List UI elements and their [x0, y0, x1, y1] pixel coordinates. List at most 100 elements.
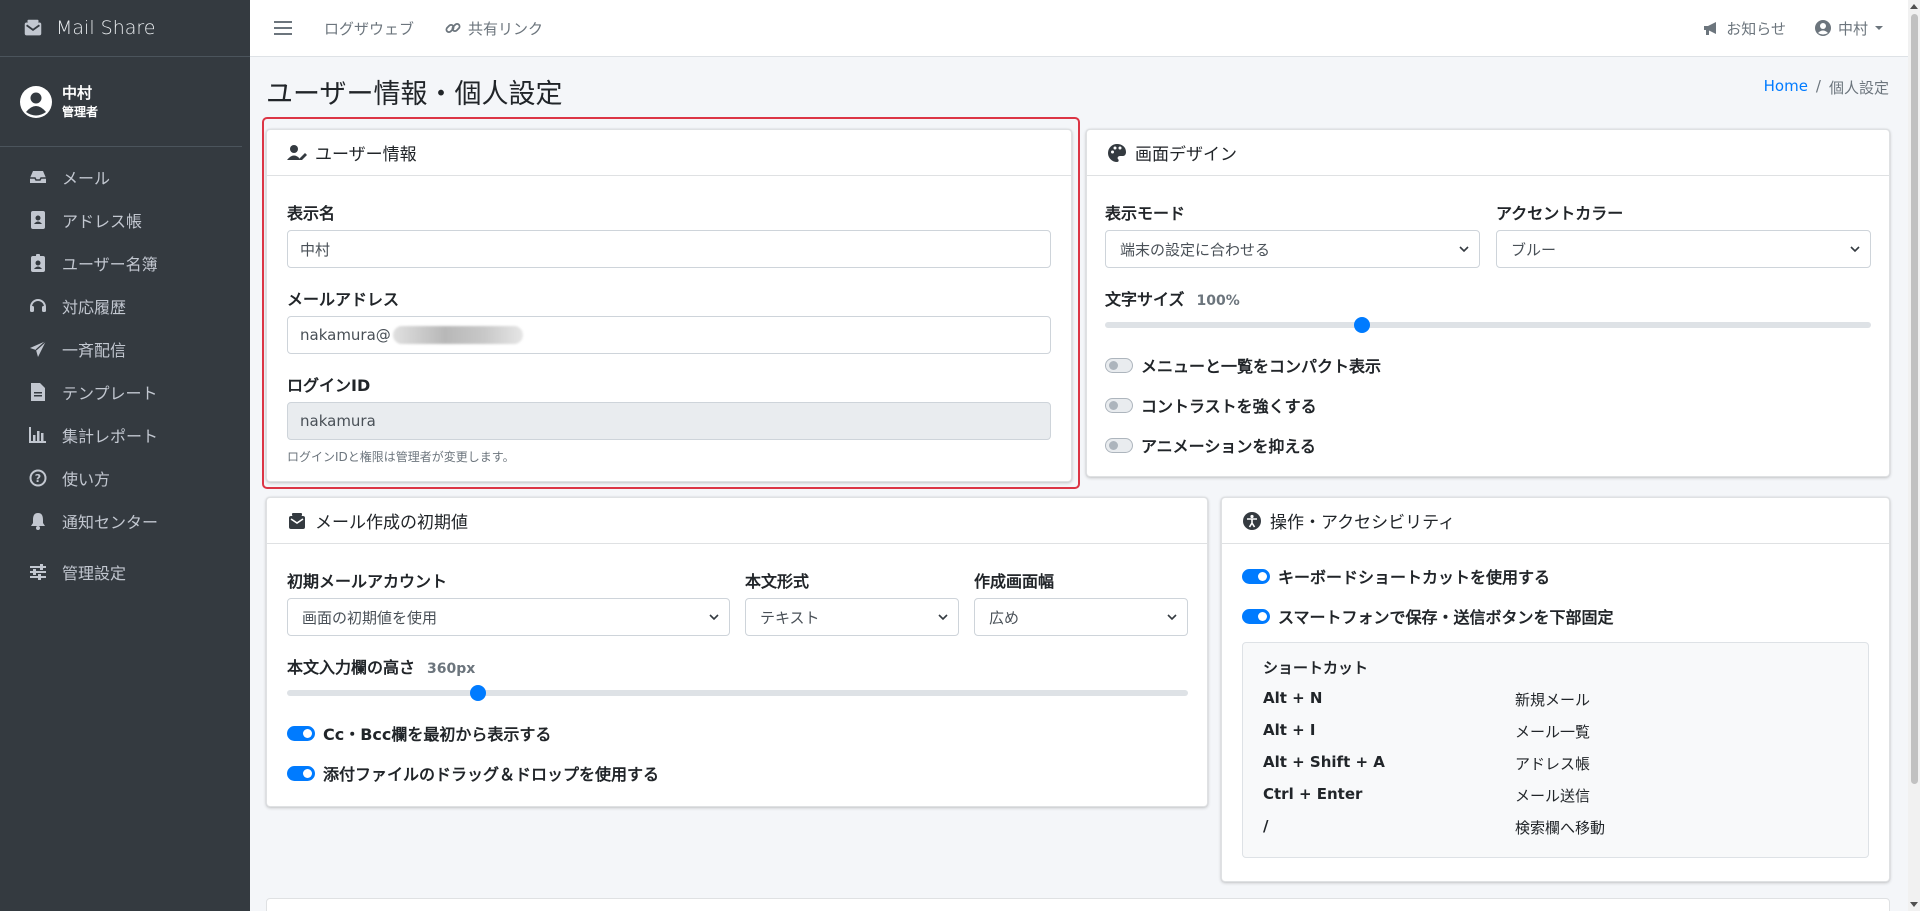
scroll-down-icon[interactable] — [1910, 902, 1918, 907]
body-height-value: 360px — [427, 661, 476, 677]
top-link-label: 共有リンク — [468, 19, 544, 38]
toggle-reduce-motion[interactable]: アニメーションを抑える — [1105, 433, 1316, 457]
sidebar-item-label: 管理設定 — [62, 563, 127, 583]
email-value: nakamura@ — [300, 326, 391, 344]
default-account-select[interactable]: 画面の初期値を使用 — [287, 598, 730, 636]
toggle-drag-drop[interactable]: 添付ファイルのドラッグ＆ドロップを使用する — [287, 761, 659, 785]
accent-color-value: ブルー — [1511, 240, 1557, 259]
sidebar-item-help[interactable]: ? 使い方 — [0, 456, 250, 499]
toggle-fixed-buttons[interactable]: スマートフォンで保存・送信ボタンを下部固定 — [1242, 604, 1614, 628]
scrollbar-thumb[interactable] — [1911, 14, 1918, 784]
sidebar-item-label: 通知センター — [62, 512, 159, 532]
body-height-slider[interactable] — [287, 685, 1188, 701]
page-scrollbar[interactable] — [1908, 0, 1920, 911]
shortcut-row: Alt + I メール一覧 — [1263, 721, 1843, 742]
email-field[interactable]: nakamura@ — [287, 316, 1051, 354]
card-header: メール作成の初期値 — [267, 498, 1207, 544]
bell-icon — [28, 511, 48, 531]
user-menu[interactable]: 中村 — [1814, 18, 1884, 39]
toggle-switch[interactable] — [1105, 357, 1133, 373]
shortcut-desc: メール一覧 — [1515, 723, 1591, 741]
headset-icon — [28, 296, 48, 316]
breadcrumb-current: 個人設定 — [1828, 79, 1889, 97]
user-panel[interactable]: 中村 管理者 — [0, 57, 242, 147]
breadcrumb-home[interactable]: Home — [1764, 77, 1808, 98]
body-format-value: テキスト — [760, 608, 820, 627]
toggle-switch[interactable] — [1242, 608, 1270, 624]
top-link-logthe-web[interactable]: ログザウェブ — [324, 18, 414, 39]
display-mode-select[interactable]: 端末の設定に合わせる — [1105, 230, 1480, 268]
toggle-switch[interactable] — [287, 725, 315, 741]
sidebar-item-broadcast[interactable]: 一斉配信 — [0, 327, 250, 370]
mail-bulk-icon — [24, 19, 42, 36]
toggle-switch[interactable] — [1105, 397, 1133, 413]
card-title: 操作・アクセシビリティ — [1270, 513, 1456, 533]
shortcut-desc: アドレス帳 — [1515, 755, 1591, 773]
default-account-label: 初期メールアカウント — [287, 572, 448, 591]
sidebar-item-label: 使い方 — [62, 469, 111, 489]
sidebar-item-admin-settings[interactable]: 管理設定 — [0, 550, 250, 593]
email-label: メールアドレス — [287, 290, 400, 309]
sidebar-item-mail[interactable]: メール — [0, 155, 250, 198]
login-id-value: nakamura — [300, 412, 376, 430]
toggle-label: メニューと一覧をコンパクト表示 — [1141, 357, 1382, 376]
user-circle-icon — [20, 85, 52, 118]
notice-link[interactable]: お知らせ — [1702, 18, 1786, 39]
sidebar-item-notifications[interactable]: 通知センター — [0, 499, 250, 542]
slider-thumb[interactable] — [1354, 317, 1371, 333]
sidebar-item-history[interactable]: 対応履歴 — [0, 284, 250, 327]
sidebar-item-address-book[interactable]: アドレス帳 — [0, 198, 250, 241]
toggle-switch[interactable] — [1242, 568, 1270, 584]
breadcrumb: Home / 個人設定 — [1764, 77, 1889, 98]
shortcut-row: / 検索欄へ移動 — [1263, 817, 1843, 838]
font-size-value: 100% — [1196, 293, 1240, 309]
compose-defaults-card: メール作成の初期値 初期メールアカウント 画面の初期値を使用 本文形式 テキスト… — [266, 497, 1208, 807]
user-circle-icon — [1814, 20, 1831, 36]
toggle-keyboard-shortcuts[interactable]: キーボードショートカットを使用する — [1242, 564, 1550, 588]
toggle-label: キーボードショートカットを使用する — [1278, 568, 1551, 587]
top-link-label: ログザウェブ — [324, 19, 415, 38]
shortcut-row: Ctrl + Enter メール送信 — [1263, 785, 1843, 806]
shortcut-row: Alt + N 新規メール — [1263, 689, 1843, 710]
slider-thumb[interactable] — [470, 685, 486, 701]
accent-color-select[interactable]: ブルー — [1496, 230, 1871, 268]
login-id-field: nakamura — [287, 402, 1051, 440]
compose-width-select[interactable]: 広め — [974, 598, 1188, 636]
sidebar-item-label: メール — [62, 168, 111, 188]
default-account-value: 画面の初期値を使用 — [302, 608, 438, 627]
body-format-label: 本文形式 — [745, 572, 810, 591]
card-title: ユーザー情報 — [315, 145, 417, 165]
next-card-partial — [266, 898, 1890, 911]
brand[interactable]: Mail Share — [0, 0, 250, 57]
toggle-label: アニメーションを抑える — [1141, 437, 1316, 456]
user-name: 中村 — [62, 83, 93, 102]
id-badge-icon — [28, 253, 48, 273]
display-name-field[interactable]: 中村 — [287, 230, 1051, 268]
toggle-label: 添付ファイルのドラッグ＆ドロップを使用する — [323, 765, 660, 784]
menu-toggle-icon[interactable] — [274, 21, 292, 35]
sidebar-item-user-directory[interactable]: ユーザー名簿 — [0, 241, 250, 284]
font-size-slider[interactable] — [1105, 317, 1871, 333]
user-info-card: ユーザー情報 表示名 中村 メールアドレス nakamura@ ログインID n… — [266, 129, 1072, 482]
shortcut-desc: メール送信 — [1515, 787, 1591, 805]
toggle-switch[interactable] — [287, 765, 315, 781]
toggle-switch[interactable] — [1105, 437, 1133, 453]
toggle-compact[interactable]: メニューと一覧をコンパクト表示 — [1105, 353, 1381, 377]
toggle-label: スマートフォンで保存・送信ボタンを下部固定 — [1278, 608, 1614, 627]
shortcut-desc: 検索欄へ移動 — [1515, 819, 1606, 837]
compose-width-label: 作成画面幅 — [974, 572, 1055, 591]
card-header: ユーザー情報 — [267, 130, 1071, 176]
toggle-cc-bcc[interactable]: Cc・Bcc欄を最初から表示する — [287, 721, 551, 745]
card-header: 画面デザイン — [1087, 130, 1889, 176]
caret-down-icon — [1875, 26, 1883, 30]
scroll-up-icon[interactable] — [1910, 4, 1918, 9]
body-format-select[interactable]: テキスト — [745, 598, 959, 636]
sidebar-item-template[interactable]: テンプレート — [0, 370, 250, 413]
page-title: ユーザー情報・個人設定 — [266, 79, 563, 110]
paper-plane-icon — [28, 339, 48, 359]
sidebar-item-report[interactable]: 集計レポート — [0, 413, 250, 456]
toggle-high-contrast[interactable]: コントラストを強くする — [1105, 393, 1317, 417]
top-link-shared-links[interactable]: 共有リンク — [444, 18, 543, 39]
notice-label: お知らせ — [1726, 19, 1786, 38]
redacted-domain — [392, 326, 523, 344]
